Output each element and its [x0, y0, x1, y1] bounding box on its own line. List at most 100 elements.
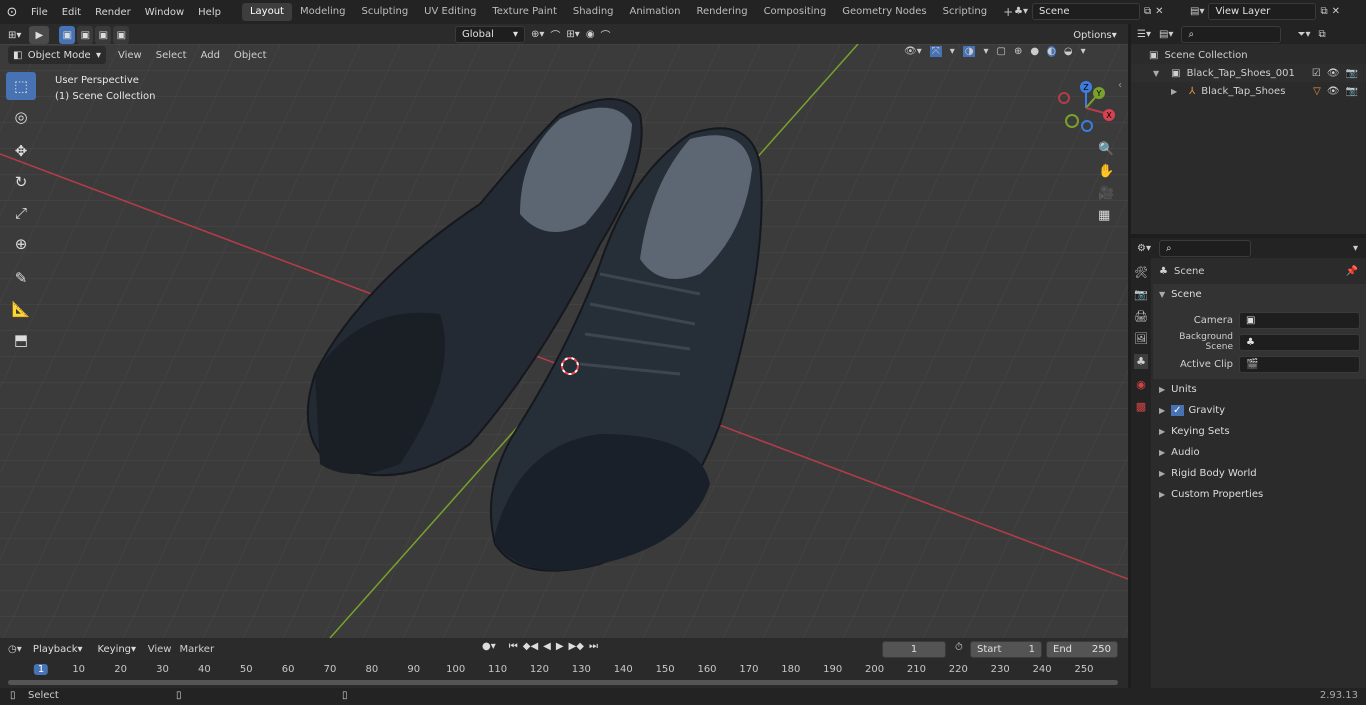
- material-shading-icon[interactable]: ◐: [1047, 46, 1056, 57]
- select-box-tool-icon[interactable]: ⬚: [6, 72, 36, 100]
- menu-file[interactable]: File: [24, 7, 55, 18]
- timeline-view-menu[interactable]: View: [148, 644, 172, 655]
- select-subtract-icon[interactable]: ▣: [95, 26, 112, 44]
- menu-select[interactable]: Select: [156, 50, 187, 61]
- panel-rigid-body-world[interactable]: ▶ Rigid Body World: [1153, 463, 1366, 484]
- scene-tab-icon[interactable]: ♣: [1134, 354, 1148, 369]
- render-tab-icon[interactable]: 📷: [1134, 288, 1148, 301]
- playback-menu[interactable]: Playback ▾: [29, 640, 86, 658]
- view-layer-tab-icon[interactable]: 🖼: [1134, 332, 1148, 345]
- tab-layout[interactable]: Layout: [241, 3, 292, 21]
- overlay-toggle-icon[interactable]: ◑: [962, 46, 976, 57]
- outliner-editor-icon[interactable]: ☰▾: [1137, 29, 1151, 40]
- filter-icon[interactable]: ⏷▾: [1297, 29, 1310, 40]
- play-reverse-icon[interactable]: ◀: [543, 641, 551, 652]
- delete-view-layer-icon[interactable]: ✕: [1332, 6, 1340, 17]
- measure-tool-icon[interactable]: 📐: [6, 295, 36, 323]
- solid-shading-icon[interactable]: ●: [1030, 46, 1039, 57]
- tab-modeling[interactable]: Modeling: [292, 3, 354, 21]
- jump-keyframe-forward-icon[interactable]: ▶◆: [569, 641, 584, 652]
- timeline-scrollbar[interactable]: [8, 680, 1118, 685]
- output-tab-icon[interactable]: 🖨: [1134, 310, 1148, 323]
- tab-sculpting[interactable]: Sculpting: [353, 3, 416, 21]
- panel-keying-sets[interactable]: ▶ Keying Sets: [1153, 421, 1366, 442]
- rotate-tool-icon[interactable]: ↻: [6, 168, 36, 196]
- start-frame-field[interactable]: Start 1: [970, 641, 1042, 658]
- gravity-checkbox[interactable]: ✓: [1171, 405, 1184, 416]
- eye-icon[interactable]: 👁: [1327, 68, 1340, 79]
- tab-rendering[interactable]: Rendering: [688, 3, 755, 21]
- snap-icon[interactable]: ⌒: [550, 27, 560, 42]
- panel-units[interactable]: ▶ Units: [1153, 379, 1366, 400]
- jump-end-icon[interactable]: ⏭: [589, 641, 598, 652]
- outliner-row-scene-collection[interactable]: ▣ Scene Collection: [1131, 46, 1366, 64]
- transform-orientation-select[interactable]: Global ▾: [455, 26, 525, 43]
- timeline-editor-icon[interactable]: ◷▾: [8, 644, 22, 655]
- wireframe-shading-icon[interactable]: ⊕: [1014, 46, 1022, 57]
- pan-hand-icon[interactable]: ✋: [1098, 164, 1114, 179]
- snap-target-icon[interactable]: ⊞▾: [566, 29, 579, 40]
- menu-help[interactable]: Help: [191, 7, 228, 18]
- select-tool-button[interactable]: ▶: [29, 26, 50, 44]
- texture-tab-icon[interactable]: ▩: [1136, 400, 1146, 413]
- properties-editor-icon[interactable]: ⚙▾: [1137, 243, 1151, 254]
- outliner-search-input[interactable]: ⌕: [1181, 25, 1282, 43]
- panel-gravity[interactable]: ▶ ✓ Gravity: [1153, 400, 1366, 421]
- checkbox-icon[interactable]: ☑: [1312, 68, 1321, 79]
- falloff-icon[interactable]: ⌒: [601, 27, 611, 42]
- new-scene-icon[interactable]: ⧉: [1144, 6, 1151, 17]
- view-layer-field[interactable]: View Layer: [1208, 3, 1317, 20]
- pivot-icon[interactable]: ⊕▾: [531, 29, 544, 40]
- zoom-icon[interactable]: 🔍: [1098, 142, 1114, 157]
- menu-edit[interactable]: Edit: [55, 7, 88, 18]
- camera-view-icon[interactable]: 🎥: [1098, 186, 1114, 201]
- visibility-icon[interactable]: 👁▾: [904, 46, 922, 57]
- xray-icon[interactable]: ▢: [997, 46, 1006, 57]
- menu-object[interactable]: Object: [234, 50, 267, 61]
- expand-icon[interactable]: ▼: [1153, 69, 1159, 78]
- expand-icon[interactable]: ▶: [1171, 87, 1177, 96]
- cursor-tool-icon[interactable]: ◎: [6, 103, 36, 131]
- menu-window[interactable]: Window: [138, 7, 191, 18]
- new-view-layer-icon[interactable]: ⧉: [1320, 6, 1327, 17]
- proportional-edit-icon[interactable]: ◉: [586, 29, 595, 40]
- gizmo-toggle-icon[interactable]: ⤧: [929, 46, 942, 57]
- world-tab-icon[interactable]: ◉: [1136, 378, 1146, 391]
- jump-start-icon[interactable]: ⏮: [509, 641, 518, 652]
- camera-field[interactable]: ▣: [1239, 311, 1360, 329]
- active-clip-field[interactable]: 🎬: [1239, 355, 1360, 373]
- tab-scripting[interactable]: Scripting: [935, 3, 995, 21]
- menu-add[interactable]: Add: [201, 50, 220, 61]
- pin-icon[interactable]: 📌: [1346, 266, 1358, 277]
- rendered-shading-icon[interactable]: ◒: [1064, 46, 1073, 57]
- display-mode-icon[interactable]: ▤▾: [1159, 29, 1173, 40]
- panel-audio[interactable]: ▶ Audio: [1153, 442, 1366, 463]
- scale-tool-icon[interactable]: ⤢: [6, 199, 36, 227]
- auto-key-icon[interactable]: ●▾: [482, 641, 496, 652]
- properties-options-icon[interactable]: ▾: [1353, 243, 1358, 254]
- editor-type-icon[interactable]: ⊞▾: [8, 30, 21, 41]
- tab-compositing[interactable]: Compositing: [756, 3, 835, 21]
- camera-icon[interactable]: 📷: [1346, 68, 1358, 79]
- panel-scene[interactable]: ▼ Scene: [1153, 284, 1366, 305]
- tool-tab-icon[interactable]: 🛠: [1134, 266, 1148, 279]
- options-button[interactable]: Options ▾: [1068, 26, 1122, 44]
- keying-menu[interactable]: Keying ▾: [93, 640, 140, 658]
- play-icon[interactable]: ▶: [556, 641, 564, 652]
- properties-search-input[interactable]: ⌕: [1158, 239, 1251, 257]
- tab-texture-paint[interactable]: Texture Paint: [484, 3, 565, 21]
- scene-field[interactable]: Scene: [1031, 3, 1140, 20]
- mode-select[interactable]: ◧ Object Mode ▾: [8, 46, 106, 64]
- delete-scene-icon[interactable]: ✕: [1155, 6, 1163, 17]
- select-extend-icon[interactable]: ▣: [77, 26, 94, 44]
- new-collection-icon[interactable]: ⧉: [1318, 29, 1325, 40]
- annotate-tool-icon[interactable]: ✎: [6, 264, 36, 292]
- scene-icon[interactable]: ♣▾: [1014, 6, 1028, 17]
- view-layer-icon[interactable]: ▤▾: [1190, 6, 1204, 17]
- camera-icon[interactable]: 📷: [1346, 86, 1358, 97]
- marker-menu[interactable]: Marker: [179, 644, 214, 655]
- eye-icon[interactable]: 👁: [1327, 86, 1340, 97]
- end-frame-field[interactable]: End 250: [1046, 641, 1118, 658]
- stopwatch-icon[interactable]: ⏱: [955, 642, 963, 653]
- select-new-icon[interactable]: ▣: [59, 26, 76, 44]
